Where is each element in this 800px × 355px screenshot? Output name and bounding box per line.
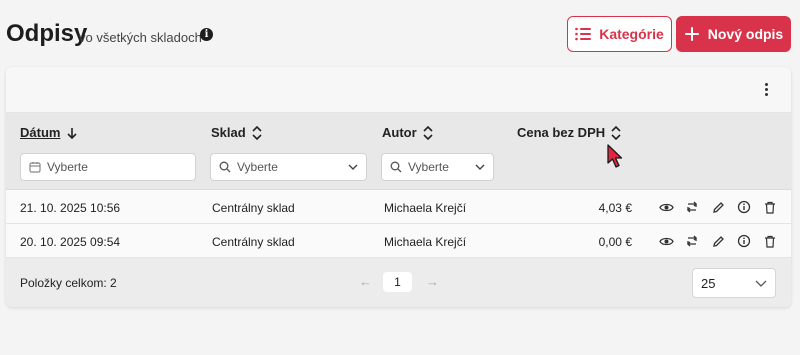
cell-autor: Michaela Krejčí bbox=[384, 201, 467, 215]
column-label-cena: Cena bez DPH bbox=[517, 125, 606, 140]
list-icon bbox=[575, 27, 592, 41]
column-header-sklad[interactable]: Sklad bbox=[211, 125, 262, 140]
categories-button[interactable]: Kategórie bbox=[567, 16, 672, 52]
next-page-icon[interactable]: → bbox=[426, 274, 439, 289]
trash-icon[interactable] bbox=[762, 199, 778, 215]
column-label-date: Dátum bbox=[20, 125, 61, 140]
sklad-filter-placeholder: Vyberte bbox=[237, 160, 278, 174]
info-icon[interactable]: i bbox=[200, 28, 213, 41]
eye-icon[interactable] bbox=[658, 199, 674, 215]
writeoffs-card: Dátum Sklad Autor Cena bez DPH Vyberte V… bbox=[6, 67, 791, 307]
cell-sklad: Centrálny sklad bbox=[212, 235, 295, 249]
sort-icon bbox=[252, 125, 262, 140]
cell-cena: 4,03 € bbox=[598, 201, 632, 215]
cell-autor: Michaela Krejčí bbox=[384, 235, 467, 249]
chevron-down-icon bbox=[755, 280, 767, 287]
categories-label: Kategórie bbox=[599, 26, 664, 42]
column-label-autor: Autor bbox=[382, 125, 417, 140]
per-page-select[interactable]: 25 bbox=[692, 268, 776, 298]
info-icon[interactable] bbox=[736, 233, 752, 249]
search-icon bbox=[219, 161, 231, 173]
total-items: Položky celkom: 2 bbox=[20, 276, 117, 290]
column-header-autor[interactable]: Autor bbox=[382, 125, 433, 140]
page-subtitle: vo všetkých skladoch bbox=[79, 30, 202, 45]
row-actions bbox=[658, 199, 778, 215]
column-header-cena[interactable]: Cena bez DPH bbox=[517, 125, 621, 140]
sklad-filter[interactable]: Vyberte bbox=[210, 153, 367, 181]
pencil-icon[interactable] bbox=[710, 199, 726, 215]
new-writeoff-button[interactable]: Nový odpis bbox=[676, 16, 791, 52]
date-filter-placeholder: Vyberte bbox=[47, 160, 88, 174]
new-writeoff-label: Nový odpis bbox=[707, 26, 784, 42]
column-header-date[interactable]: Dátum bbox=[20, 125, 78, 140]
cell-date: 20. 10. 2025 09:54 bbox=[20, 235, 121, 249]
cell-sklad: Centrálny sklad bbox=[212, 201, 295, 215]
sort-icon bbox=[423, 125, 433, 140]
column-label-sklad: Sklad bbox=[211, 125, 246, 140]
cell-date: 21. 10. 2025 10:56 bbox=[20, 201, 121, 215]
date-filter[interactable]: Vyberte bbox=[20, 153, 196, 181]
pencil-icon[interactable] bbox=[710, 233, 726, 249]
table-header: Dátum Sklad Autor Cena bez DPH Vyberte V… bbox=[6, 113, 791, 190]
sort-icon bbox=[611, 125, 621, 140]
info-icon[interactable] bbox=[736, 199, 752, 215]
table-row[interactable]: 21. 10. 2025 10:56 Centrálny sklad Micha… bbox=[6, 190, 791, 224]
table-row[interactable]: 20. 10. 2025 09:54 Centrálny sklad Micha… bbox=[6, 224, 791, 258]
transfer-icon[interactable] bbox=[684, 199, 700, 215]
trash-icon[interactable] bbox=[762, 233, 778, 249]
mouse-cursor-icon bbox=[607, 144, 623, 168]
arrow-down-icon bbox=[67, 127, 78, 139]
row-actions bbox=[658, 233, 778, 249]
plus-icon bbox=[684, 27, 699, 41]
current-page[interactable]: 1 bbox=[383, 272, 412, 292]
autor-filter-placeholder: Vyberte bbox=[408, 160, 449, 174]
card-toolbar bbox=[6, 67, 791, 113]
transfer-icon[interactable] bbox=[684, 233, 700, 249]
prev-page-icon[interactable]: ← bbox=[359, 274, 372, 289]
chevron-down-icon bbox=[348, 164, 358, 170]
eye-icon[interactable] bbox=[658, 233, 674, 249]
more-options-icon[interactable] bbox=[761, 81, 771, 99]
chevron-down-icon bbox=[475, 164, 485, 170]
autor-filter[interactable]: Vyberte bbox=[381, 153, 494, 181]
page-title: Odpisy bbox=[6, 20, 88, 47]
search-icon bbox=[390, 161, 402, 173]
cell-cena: 0,00 € bbox=[598, 235, 632, 249]
table-footer: Položky celkom: 2 ← 1 → 25 bbox=[6, 258, 791, 307]
calendar-icon bbox=[29, 162, 41, 173]
per-page-value: 25 bbox=[701, 275, 716, 291]
